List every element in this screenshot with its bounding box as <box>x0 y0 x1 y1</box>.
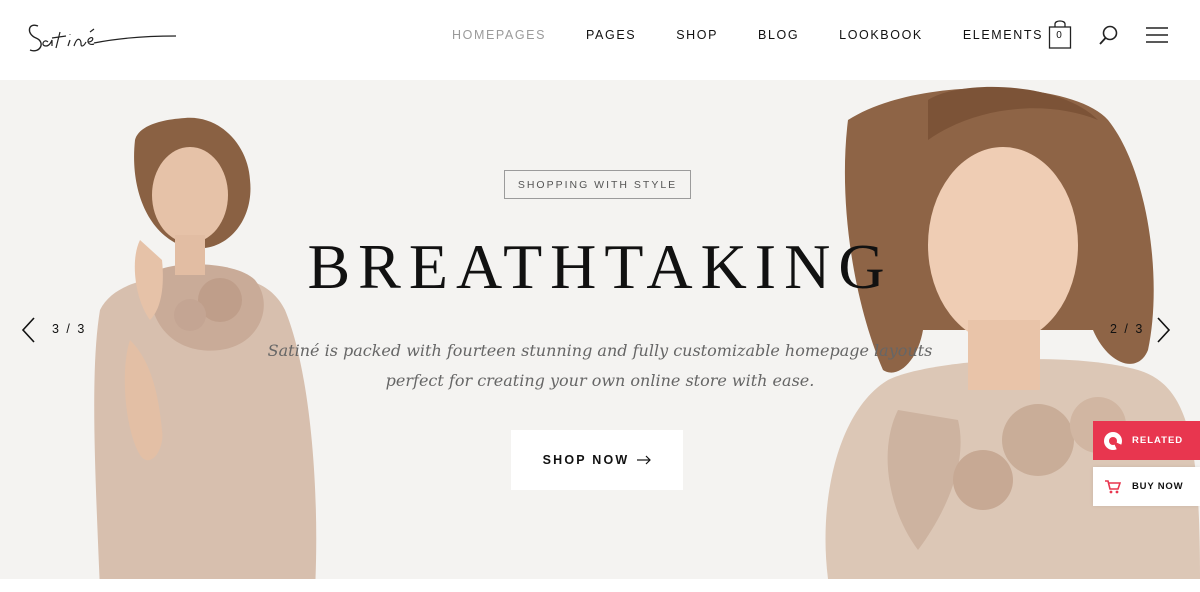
related-icon <box>1104 431 1122 450</box>
nav-lookbook[interactable]: LOOKBOOK <box>839 28 923 42</box>
buy-now-label: BUY NOW <box>1132 481 1184 492</box>
nav-elements[interactable]: ELEMENTS <box>963 28 1043 42</box>
shop-now-label: SHOP NOW <box>542 453 630 467</box>
cart-count: 0 <box>1056 30 1062 41</box>
related-label: RELATED <box>1132 435 1184 446</box>
nav-pages[interactable]: PAGES <box>586 28 636 42</box>
buy-now-button[interactable]: BUY NOW <box>1093 467 1200 506</box>
hero-slider: SHOPPING WITH STYLE BREATHTAKING Satiné … <box>0 80 1200 579</box>
satine-logo[interactable] <box>24 12 184 60</box>
main-nav: HOMEPAGES PAGES SHOP BLOG LOOKBOOK ELEME… <box>432 0 1063 70</box>
slider-counter-prev: 3 / 3 <box>52 322 87 336</box>
hero-description-line1: Satiné is packed with fourteen stunning … <box>267 341 933 360</box>
slider-next-icon[interactable] <box>1152 316 1174 344</box>
nav-homepages[interactable]: HOMEPAGES <box>452 28 546 42</box>
search-icon[interactable] <box>1098 24 1120 46</box>
page-below-hero <box>0 579 1200 592</box>
related-button[interactable]: RELATED <box>1093 421 1200 460</box>
slider-prev-icon[interactable] <box>18 316 40 344</box>
hero-headline: BREATHTAKING <box>307 231 893 302</box>
hero-tagline: SHOPPING WITH STYLE <box>504 170 691 199</box>
site-header: HOMEPAGES PAGES SHOP BLOG LOOKBOOK ELEME… <box>0 0 1200 80</box>
arrow-right-icon <box>637 455 652 465</box>
slider-counter-next: 2 / 3 <box>1110 322 1145 336</box>
cart-button[interactable]: 0 <box>1048 18 1072 50</box>
hero-description: Satiné is packed with fourteen stunning … <box>250 336 950 396</box>
hero-description-line2: perfect for creating your own online sto… <box>385 371 815 390</box>
cart-icon <box>1105 479 1121 493</box>
hamburger-menu-icon[interactable] <box>1145 26 1169 44</box>
shop-now-button[interactable]: SHOP NOW <box>511 430 683 490</box>
nav-shop[interactable]: SHOP <box>676 28 718 42</box>
nav-blog[interactable]: BLOG <box>758 28 799 42</box>
